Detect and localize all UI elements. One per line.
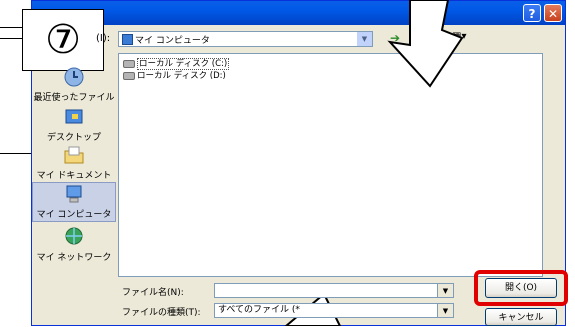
close-button[interactable]: ✕: [544, 4, 562, 22]
place-recent[interactable]: 最近使ったファイル: [32, 66, 116, 103]
place-desktop[interactable]: デスクトップ: [32, 106, 116, 143]
filetype-label: ファイルの種類(T):: [122, 308, 201, 318]
open-button-highlight: [474, 270, 568, 306]
place-recent-label: 最近使ったファイル: [33, 93, 115, 103]
pointer-arrow-top: [387, 0, 464, 88]
computer-small-icon: [122, 34, 133, 45]
chevron-down-icon[interactable]: ▼: [437, 304, 453, 317]
filename-field[interactable]: ▼: [214, 283, 454, 298]
computer-icon: [66, 185, 82, 203]
place-desktop-label: デスクトップ: [46, 133, 101, 143]
place-documents-label: マイ ドキュメント: [36, 171, 112, 181]
drive-icon: [123, 59, 135, 68]
title-bar[interactable]: ? ✕: [32, 1, 565, 25]
network-globe-icon: [65, 227, 83, 245]
background-rule: [0, 153, 32, 154]
place-computer-label: マイ コンピュータ: [36, 210, 112, 220]
desktop-icon: [65, 109, 83, 124]
lookin-label: (I):: [96, 33, 111, 44]
place-network-label: マイ ネットワーク: [36, 253, 112, 263]
place-network[interactable]: マイ ネットワーク: [32, 226, 116, 263]
filetype-field[interactable]: すべてのファイル (* ▼: [214, 303, 454, 318]
documents-folder-icon: [64, 146, 84, 164]
drive-icon: [123, 71, 135, 80]
step-badge: ⑦: [22, 9, 104, 71]
place-documents[interactable]: マイ ドキュメント: [32, 144, 116, 181]
filetype-value: すべてのファイル (*: [218, 305, 300, 315]
cancel-button[interactable]: キャンセル: [485, 308, 557, 326]
file-label: ローカル ディスク (D:): [137, 71, 226, 81]
recent-files-icon: [64, 67, 84, 87]
chevron-down-icon[interactable]: ▼: [437, 284, 453, 297]
lookin-dropdown[interactable]: マイ コンピュータ ▼: [118, 31, 373, 47]
filename-label: ファイル名(N):: [122, 288, 184, 298]
list-item[interactable]: ローカル ディスク (C:): [123, 57, 230, 70]
list-item[interactable]: ローカル ディスク (D:): [123, 69, 226, 81]
lookin-value: マイ コンピュータ: [135, 36, 210, 46]
place-computer[interactable]: マイ コンピュータ: [32, 182, 116, 222]
help-button[interactable]: ?: [523, 4, 541, 22]
